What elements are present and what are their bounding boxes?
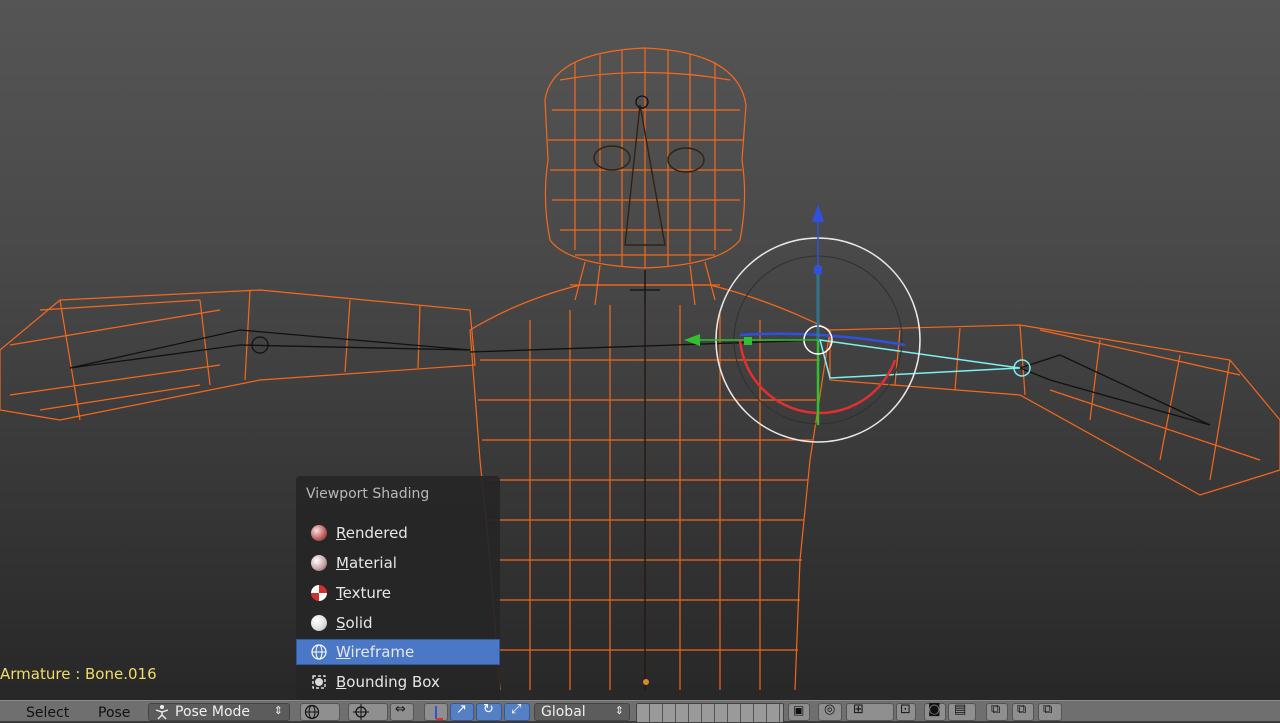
menu-item-texture[interactable]: Texture [296,580,500,606]
wireframe-character-mesh[interactable] [0,0,1280,720]
lock-layers-button[interactable]: ▣ [788,703,810,721]
menu-item-solid[interactable]: Solid [296,610,500,636]
scale-icon: ⤢ [511,702,522,717]
manipulator-icon [435,706,443,720]
snap-button[interactable]: ⇔ [390,702,414,721]
menu-item-label: Texture [336,584,391,602]
menu-item-bounding-box[interactable]: Bounding Box [296,669,500,695]
texture-checker-icon [311,585,327,601]
3d-viewport[interactable]: Armature : Bone.016 [0,0,1280,720]
proportional-edit-icon: ◎ [824,702,836,717]
rotate-manipulator-button[interactable]: ↻ [476,702,502,721]
menu-title: Viewport Shading [306,486,430,502]
render-opengl-button[interactable]: ◙ [924,702,946,721]
pose-mode-icon [155,705,169,720]
pose-menu[interactable]: Pose [98,705,130,721]
paste-flipped-icon: ⧉ [1043,702,1053,717]
film-icon: ▤ [954,702,967,717]
mode-label: Pose Mode [175,704,251,720]
pivot-point-icon [353,704,369,720]
mode-dropdown[interactable]: Pose Mode ⇕ [148,703,290,721]
translate-manipulator-button[interactable]: ↗ [450,702,474,721]
menu-item-material[interactable]: Material [296,550,500,576]
snap-icon: ⇔ [395,702,406,717]
copy-icon: ⧉ [991,702,1001,717]
snap-target-icon: ⊡ [900,702,911,717]
snap-target-button[interactable]: ⊡ [896,702,916,721]
manipulator-toggle[interactable] [424,703,448,721]
paste-pose-button[interactable]: ⧉ [1012,702,1034,721]
material-sphere-icon [311,555,327,571]
camera-icon: ◙ [928,702,941,717]
snap-element-icon: ⊞ [853,702,864,717]
selected-object-info: Armature : Bone.016 [0,665,157,683]
transform-orientation-dropdown[interactable]: Global ⇕ [534,703,630,721]
lock-icon: ▣ [793,703,805,717]
snap-element-dropdown[interactable]: ⊞ [846,702,894,721]
menu-item-label: Rendered [336,524,408,542]
chevron-updown-icon: ⇕ [273,704,283,717]
paste-icon: ⧉ [1017,702,1027,717]
copy-pose-button[interactable]: ⧉ [986,702,1008,721]
proportional-editing-button[interactable]: ◎ [818,702,842,721]
menu-item-label: Wireframe [336,643,415,661]
solid-sphere-icon [311,615,327,631]
paste-flipped-pose-button[interactable]: ⧉ [1038,702,1062,721]
scale-manipulator-button[interactable]: ⤢ [504,702,530,721]
wireframe-globe-icon [304,704,320,720]
menu-item-rendered[interactable]: Rendered [296,520,500,546]
orientation-label: Global [541,704,586,720]
rotate-icon: ↻ [483,702,494,717]
arrow-icon: ↗ [456,702,467,717]
pivot-point-button[interactable] [348,703,388,721]
layer-buttons[interactable] [636,703,784,723]
menu-item-wireframe[interactable]: Wireframe [296,639,500,665]
viewport-shading-button[interactable] [300,703,340,721]
viewport-shading-menu: Viewport Shading Rendered Material Textu… [296,476,500,700]
wireframe-globe-icon [311,644,327,660]
menu-item-label: Bounding Box [336,673,440,691]
viewport-header: Select Pose Pose Mode ⇕ ⇔ ↗ ↻ ⤢ Global ⇕… [0,700,1280,723]
bounding-box-icon [312,675,326,689]
render-animation-button[interactable]: ▤ [948,702,976,721]
rendered-sphere-icon [311,525,327,541]
chevron-updown-icon: ⇕ [614,704,624,717]
select-menu[interactable]: Select [26,705,69,721]
menu-item-label: Solid [336,614,373,632]
menu-item-label: Material [336,554,397,572]
